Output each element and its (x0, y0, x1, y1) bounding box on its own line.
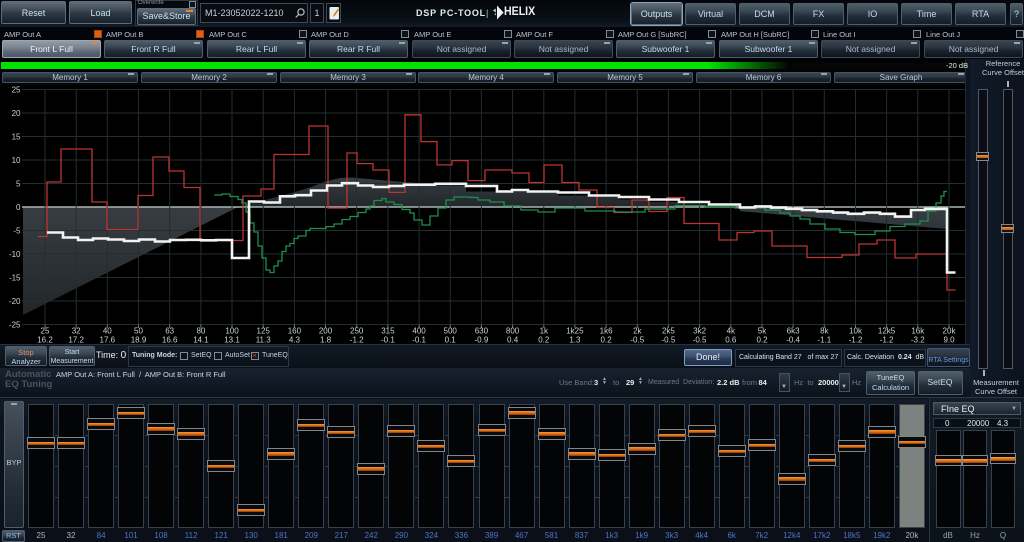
svg-text:1k25: 1k25 (566, 327, 584, 336)
svg-text:63: 63 (165, 327, 174, 336)
svg-text:50: 50 (134, 327, 143, 336)
svg-text:17.2: 17.2 (68, 336, 84, 344)
svg-text:-20: -20 (9, 297, 21, 306)
svg-text:200: 200 (319, 327, 333, 336)
svg-text:1.3: 1.3 (569, 336, 581, 344)
svg-text:-0.5: -0.5 (662, 336, 676, 344)
svg-text:16.6: 16.6 (162, 336, 178, 344)
svg-text:16.2: 16.2 (37, 336, 53, 344)
svg-text:-0.1: -0.1 (381, 336, 395, 344)
svg-text:-1.1: -1.1 (817, 336, 831, 344)
svg-text:-10: -10 (9, 250, 21, 259)
svg-text:-0.9: -0.9 (475, 336, 489, 344)
svg-text:800: 800 (506, 327, 520, 336)
svg-text:8k: 8k (820, 327, 829, 336)
svg-text:5: 5 (16, 179, 21, 188)
svg-text:-0.5: -0.5 (693, 336, 707, 344)
svg-text:630: 630 (475, 327, 489, 336)
svg-text:4k: 4k (727, 327, 736, 336)
svg-text:125: 125 (257, 327, 271, 336)
svg-text:20: 20 (12, 109, 21, 118)
svg-text:500: 500 (444, 327, 458, 336)
svg-text:3k2: 3k2 (693, 327, 706, 336)
svg-text:-5: -5 (13, 226, 21, 235)
svg-text:5k: 5k (758, 327, 767, 336)
svg-text:10k: 10k (849, 327, 863, 336)
svg-text:4.3: 4.3 (289, 336, 301, 344)
svg-text:-0.4: -0.4 (786, 336, 800, 344)
svg-text:32: 32 (72, 327, 81, 336)
svg-text:0.6: 0.6 (725, 336, 737, 344)
svg-text:-1.2: -1.2 (849, 336, 863, 344)
svg-text:0: 0 (16, 203, 21, 212)
svg-text:-0.5: -0.5 (630, 336, 644, 344)
svg-text:160: 160 (288, 327, 302, 336)
svg-text:1.8: 1.8 (320, 336, 332, 344)
svg-text:18.9: 18.9 (131, 336, 147, 344)
svg-text:2k5: 2k5 (662, 327, 675, 336)
svg-text:20k: 20k (943, 327, 957, 336)
svg-text:250: 250 (350, 327, 364, 336)
svg-text:0.2: 0.2 (756, 336, 768, 344)
svg-text:400: 400 (412, 327, 426, 336)
svg-text:15: 15 (12, 132, 21, 141)
svg-text:-15: -15 (9, 273, 21, 282)
svg-text:40: 40 (103, 327, 112, 336)
svg-text:1k: 1k (540, 327, 549, 336)
svg-text:0.1: 0.1 (445, 336, 457, 344)
svg-text:0.2: 0.2 (601, 336, 613, 344)
svg-text:25: 25 (41, 327, 50, 336)
svg-text:11.3: 11.3 (256, 336, 272, 344)
svg-text:13.1: 13.1 (224, 336, 240, 344)
svg-text:-25: -25 (9, 320, 21, 329)
svg-text:9.0: 9.0 (943, 336, 955, 344)
svg-text:12k5: 12k5 (878, 327, 896, 336)
svg-text:17.6: 17.6 (100, 336, 116, 344)
svg-text:1k6: 1k6 (600, 327, 613, 336)
svg-text:25: 25 (12, 85, 21, 94)
svg-text:315: 315 (381, 327, 395, 336)
svg-text:80: 80 (196, 327, 205, 336)
svg-text:0.2: 0.2 (538, 336, 550, 344)
svg-text:14.1: 14.1 (193, 336, 209, 344)
svg-text:-3.2: -3.2 (911, 336, 925, 344)
svg-text:0.4: 0.4 (507, 336, 519, 344)
svg-text:2k: 2k (633, 327, 642, 336)
svg-text:10: 10 (12, 156, 21, 165)
svg-text:-1.2: -1.2 (350, 336, 364, 344)
svg-text:100: 100 (225, 327, 239, 336)
svg-text:-1.2: -1.2 (880, 336, 894, 344)
svg-text:6k3: 6k3 (787, 327, 800, 336)
svg-text:-0.1: -0.1 (412, 336, 426, 344)
svg-text:16k: 16k (911, 327, 925, 336)
